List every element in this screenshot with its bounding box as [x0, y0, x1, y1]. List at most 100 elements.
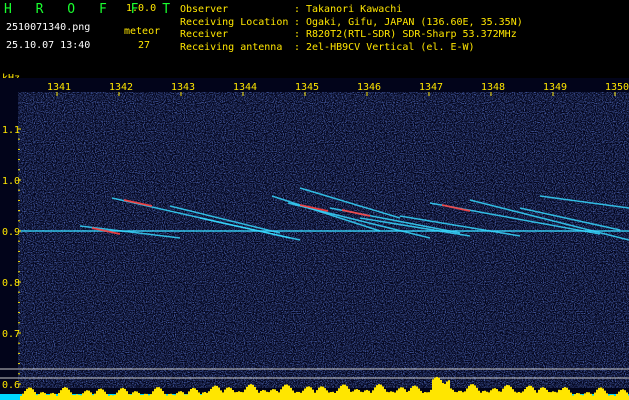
level-bar	[484, 390, 486, 400]
level-bar	[544, 388, 546, 400]
level-bar	[90, 392, 92, 400]
level-bar	[324, 388, 326, 400]
level-bar	[230, 388, 232, 400]
level-bar	[152, 391, 154, 400]
level-bar	[232, 390, 234, 400]
level-bar	[536, 392, 538, 400]
level-bar	[420, 390, 422, 400]
level-bar	[556, 392, 558, 400]
level-bar	[58, 393, 60, 400]
level-bar	[302, 390, 304, 400]
level-bar	[174, 395, 176, 400]
level-bar	[300, 392, 302, 400]
level-bar	[30, 387, 32, 400]
level-bar	[394, 392, 396, 400]
level-bar	[82, 393, 84, 400]
freq-tick-label: 0.9	[2, 227, 20, 238]
level-bar	[440, 379, 442, 400]
level-bar	[304, 388, 306, 400]
level-bar	[402, 387, 404, 400]
time-tick-label: 1349	[543, 82, 567, 93]
level-bar	[604, 390, 606, 400]
level-bar	[178, 391, 180, 400]
level-bar	[466, 388, 468, 400]
level-bar	[292, 390, 294, 400]
info-row-receiver: Receiver: R820T2(RTL-SDR) SDR-Sharp 53.37…	[180, 29, 517, 41]
level-bar	[56, 395, 58, 400]
level-bar	[298, 391, 300, 400]
level-bar	[434, 377, 436, 400]
level-bar	[284, 384, 286, 400]
level-bar	[386, 391, 388, 400]
info-row-location: Receiving Location: Ogaki, Gifu, JAPAN (1…	[180, 16, 523, 28]
level-bar	[538, 389, 540, 400]
level-bar	[194, 388, 196, 400]
info-value: 2el-HB9CV Vertical (el. E-W)	[306, 41, 475, 53]
level-bar	[218, 387, 220, 400]
time-tick-label: 1344	[233, 82, 257, 93]
level-bar	[532, 387, 534, 400]
freq-tick-label: 0.8	[2, 278, 20, 289]
level-bar	[98, 388, 100, 400]
level-bar	[276, 390, 278, 400]
level-bar	[84, 391, 86, 400]
level-bar	[512, 389, 514, 400]
level-bar	[68, 389, 70, 400]
level-bar	[26, 388, 28, 400]
level-bar	[176, 393, 178, 400]
level-bar	[486, 391, 488, 400]
level-bar	[376, 385, 378, 400]
level-bar	[502, 388, 504, 400]
level-bar	[116, 392, 118, 400]
level-bar	[48, 394, 50, 400]
level-bar	[522, 391, 524, 400]
level-bar	[188, 391, 190, 400]
level-bar	[468, 385, 470, 400]
level-bar	[414, 385, 416, 400]
level-bar	[278, 392, 280, 400]
level-bar	[140, 395, 142, 400]
level-bar	[600, 387, 602, 400]
level-bar	[126, 391, 128, 400]
level-bar	[28, 387, 30, 400]
level-bar	[258, 392, 260, 400]
level-bar	[320, 386, 322, 400]
level-bar	[208, 391, 210, 400]
level-bar	[346, 386, 348, 400]
time-tick-label: 1342	[109, 82, 133, 93]
level-bar	[506, 384, 508, 400]
level-bar	[70, 392, 72, 400]
level-bar	[400, 387, 402, 400]
level-bar	[408, 390, 410, 400]
level-bar	[122, 387, 124, 400]
level-bar	[198, 392, 200, 400]
noise-field	[18, 92, 629, 388]
level-bar	[574, 394, 576, 400]
level-bar	[78, 394, 80, 400]
level-bar	[404, 389, 406, 400]
level-bar	[190, 389, 192, 400]
level-bar	[234, 392, 236, 400]
level-bar	[158, 387, 160, 400]
level-bar	[360, 391, 362, 400]
level-bar	[144, 393, 146, 400]
level-bar	[182, 392, 184, 400]
date-time: 25.10.07 13:40	[6, 40, 91, 51]
level-bar	[602, 388, 604, 400]
level-bar	[526, 386, 528, 400]
level-bar	[514, 391, 516, 400]
level-bar	[280, 389, 282, 400]
level-bar	[520, 392, 522, 400]
level-bar	[410, 387, 412, 400]
level-bar	[510, 386, 512, 400]
level-bar	[450, 388, 452, 400]
level-bar	[598, 387, 600, 400]
level-bar	[306, 386, 308, 400]
level-bar	[74, 395, 76, 400]
level-bar	[106, 394, 108, 400]
level-bar	[488, 392, 490, 400]
level-bar	[622, 389, 624, 400]
level-bar	[156, 387, 158, 400]
level-bar	[214, 385, 216, 400]
level-bar	[134, 391, 136, 400]
